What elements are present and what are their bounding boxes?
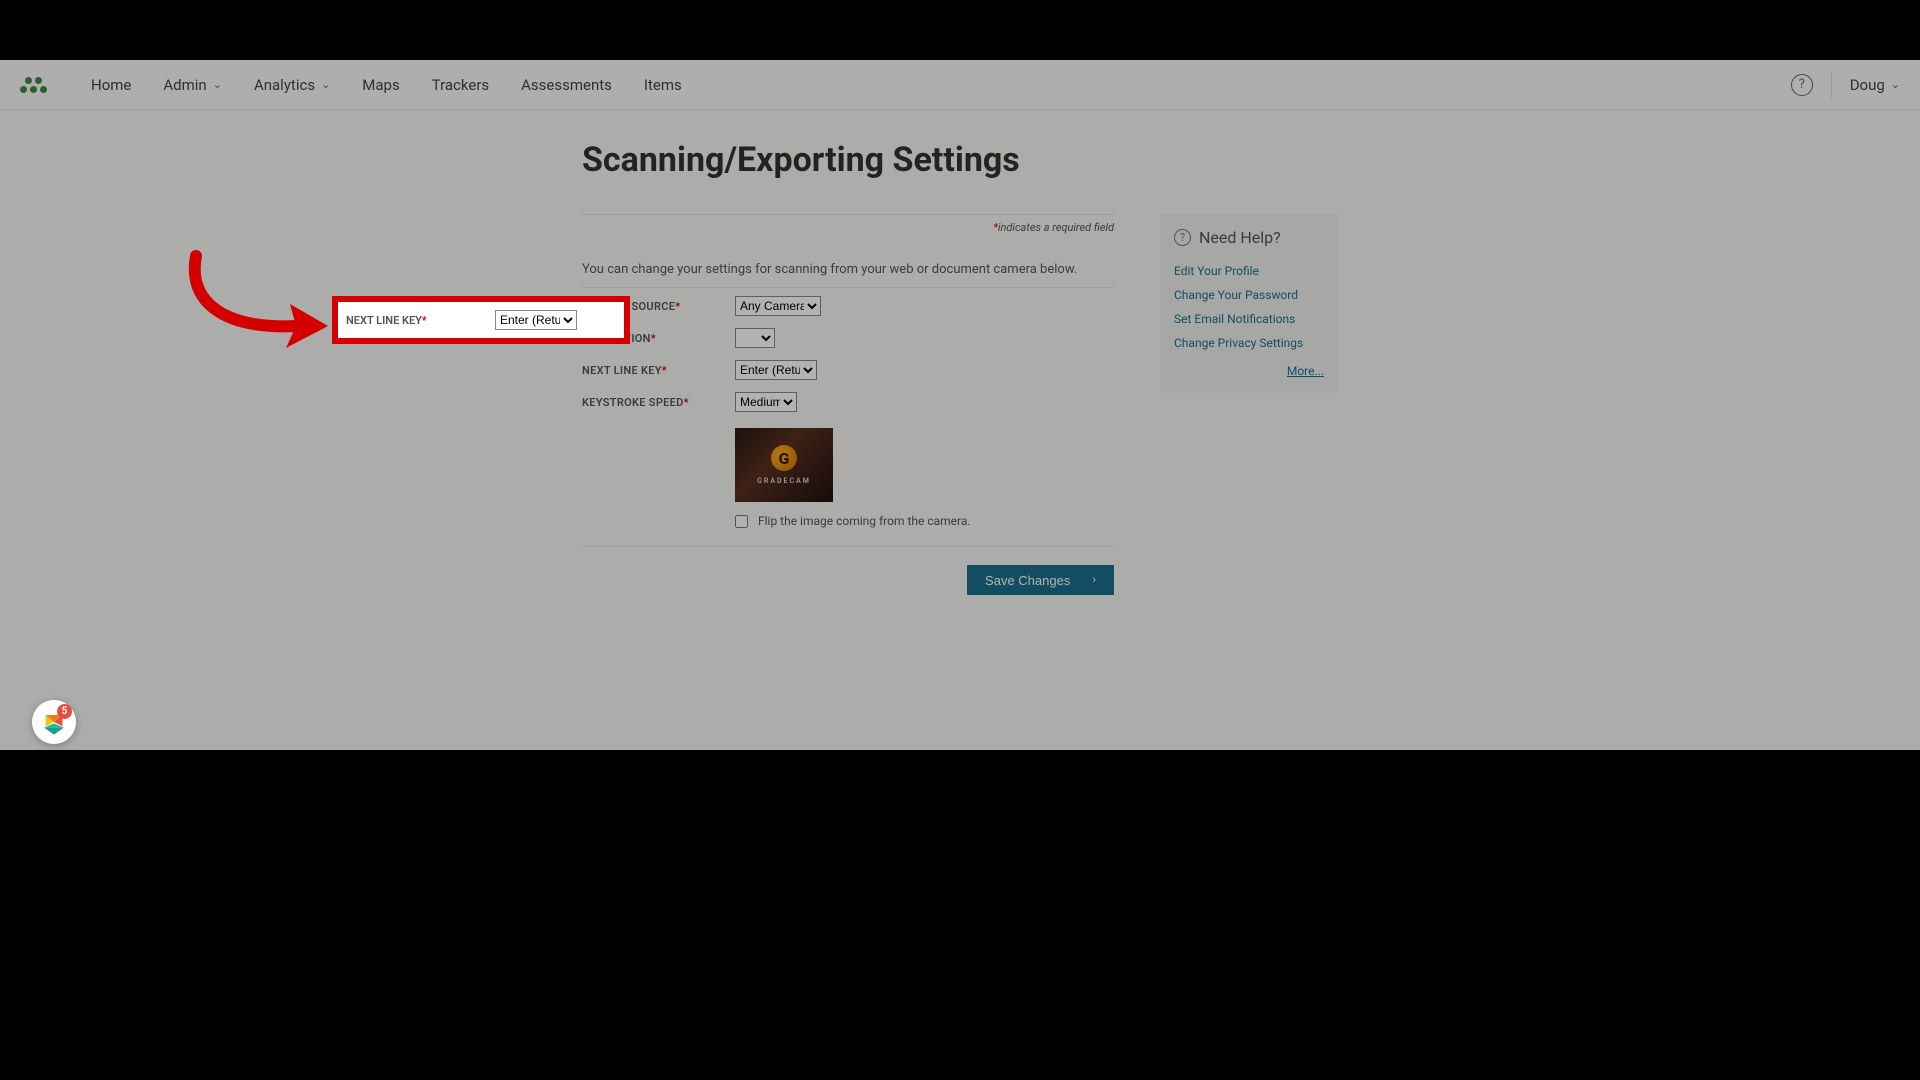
next-line-key-label: NEXT LINE KEY	[582, 364, 662, 377]
camera-preview: G GRADECAM	[735, 428, 833, 502]
help-link-privacy-settings[interactable]: Change Privacy Settings	[1174, 331, 1324, 355]
next-line-key-select[interactable]: Enter (Return)	[735, 360, 817, 380]
annotation-highlight-fill: NEXT LINE KEY* Enter (Return)	[338, 301, 624, 339]
help-panel-title: ? Need Help?	[1174, 228, 1324, 247]
help-panel: ? Need Help? Edit Your Profile Change Yo…	[1160, 214, 1338, 393]
nav-admin[interactable]: Admin⌄	[147, 60, 238, 110]
widget-badge: 5	[57, 704, 72, 719]
nav-assessments[interactable]: Assessments	[505, 60, 628, 110]
help-link-edit-profile[interactable]: Edit Your Profile	[1174, 259, 1324, 283]
help-link-more[interactable]: More...	[1174, 359, 1324, 383]
chevron-down-icon: ⌄	[213, 78, 222, 91]
user-menu[interactable]: Doug⌄	[1850, 76, 1900, 94]
help-link-email-notifications[interactable]: Set Email Notifications	[1174, 307, 1324, 331]
required-field-note: *indicates a required field	[582, 214, 1114, 234]
keystroke-speed-label: KEYSTROKE SPEED	[582, 396, 684, 409]
camera-preview-row: G GRADECAM	[582, 416, 1114, 510]
nav-maps[interactable]: Maps	[346, 60, 415, 110]
keystroke-speed-select[interactable]: Medium	[735, 392, 797, 412]
flip-image-row: Flip the image coming from the camera.	[582, 510, 1114, 547]
floating-help-widget[interactable]: 5	[32, 700, 76, 744]
chevron-right-icon: ›	[1092, 574, 1096, 586]
top-nav: Home Admin⌄ Analytics⌄ Maps Trackers Ass…	[0, 60, 1920, 110]
save-changes-button[interactable]: Save Changes›	[967, 565, 1114, 595]
help-link-change-password[interactable]: Change Your Password	[1174, 283, 1324, 307]
help-icon[interactable]: ?	[1791, 74, 1813, 96]
letterbox-bottom	[0, 750, 1920, 1080]
nav-analytics[interactable]: Analytics⌄	[238, 60, 346, 110]
flip-image-checkbox[interactable]	[735, 515, 748, 528]
camera-source-select[interactable]: Any Camera	[735, 296, 821, 316]
brand-logo[interactable]	[20, 77, 47, 93]
nav-items[interactable]: Items	[628, 60, 698, 110]
letterbox-top	[0, 0, 1920, 60]
field-resolution: RESOLUTION*	[582, 324, 1114, 352]
nav-divider	[1831, 72, 1832, 98]
field-camera-source: CAMERA SOURCE* Any Camera	[582, 288, 1114, 324]
chevron-down-icon: ⌄	[321, 78, 330, 91]
form-description: You can change your settings for scannin…	[582, 234, 1114, 288]
gradecam-brand-text: GRADECAM	[757, 477, 811, 485]
nav-home[interactable]: Home	[75, 60, 147, 110]
page-content: Scanning/Exporting Settings *indicates a…	[232, 110, 1688, 595]
field-next-line-key: NEXT LINE KEY* Enter (Return)	[582, 352, 1114, 388]
help-icon: ?	[1174, 229, 1191, 246]
app-frame: Home Admin⌄ Analytics⌄ Maps Trackers Ass…	[0, 60, 1920, 750]
gradecam-logo-icon: G	[771, 445, 797, 471]
field-keystroke-speed: KEYSTROKE SPEED* Medium	[582, 388, 1114, 416]
settings-form: *indicates a required field You can chan…	[582, 214, 1114, 595]
resolution-select[interactable]	[735, 328, 775, 348]
flip-image-label: Flip the image coming from the camera.	[758, 514, 971, 528]
nav-trackers[interactable]: Trackers	[416, 60, 505, 110]
page-title: Scanning/Exporting Settings	[582, 140, 1688, 180]
chevron-down-icon: ⌄	[1891, 78, 1900, 91]
